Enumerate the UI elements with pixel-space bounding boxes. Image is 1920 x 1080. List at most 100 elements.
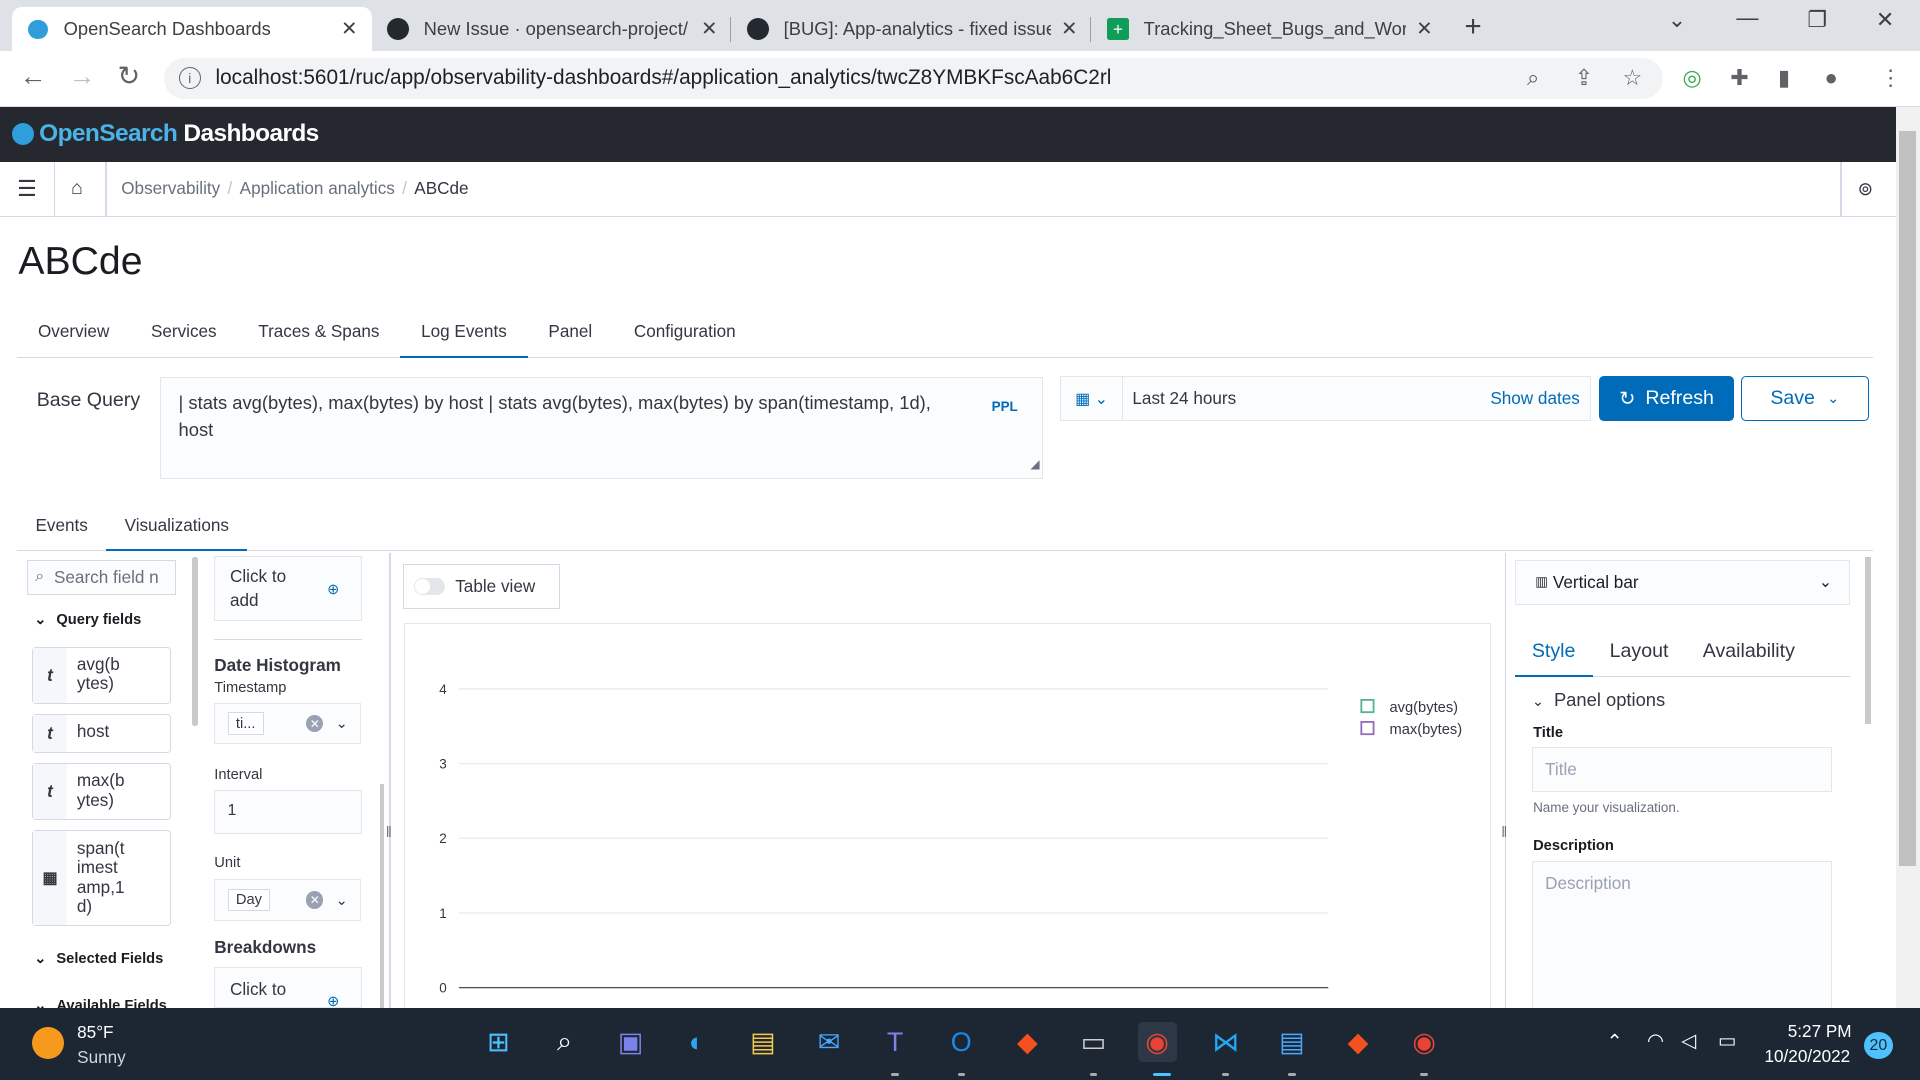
query-fields-header[interactable]: ⌄ Query fields — [34, 611, 141, 628]
field-item[interactable]: t max(b ytes) — [31, 762, 172, 821]
sidebar-scrollbar[interactable] — [192, 557, 199, 727]
close-icon[interactable]: ✕ — [341, 17, 357, 41]
tab-traces-spans[interactable]: Traces & Spans — [237, 313, 400, 357]
reload-icon[interactable]: ↻ — [118, 61, 141, 92]
volume-icon[interactable]: ◁ — [1681, 1029, 1696, 1053]
home-icon[interactable]: ⌂ — [71, 177, 83, 200]
teams-icon[interactable]: T — [876, 1022, 915, 1061]
url-input[interactable]: i localhost:5601/ruc/app/observability-d… — [164, 57, 1663, 100]
restore-icon[interactable]: ❐ — [1807, 7, 1827, 33]
git-icon[interactable]: ◆ — [1338, 1022, 1377, 1061]
selected-fields-header[interactable]: ⌄ Selected Fields — [34, 950, 163, 967]
weather-condition[interactable]: Sunny — [77, 1047, 126, 1068]
edge-icon[interactable]: ◐ — [677, 1022, 716, 1061]
browser-tab-bug[interactable]: [BUG]: App-analytics - fixed issue ✕ — [732, 7, 1092, 51]
scrollbar-thumb[interactable] — [1899, 131, 1917, 866]
outlook-icon[interactable]: O — [942, 1022, 981, 1061]
panel-options-accordion[interactable]: ⌄ Panel options — [1532, 689, 1665, 711]
query-textarea[interactable]: | stats avg(bytes), max(bytes) by host |… — [160, 377, 1044, 479]
window-close-icon[interactable]: ✕ — [1876, 7, 1894, 33]
field-item[interactable]: ▦ span(t imest amp,1 d) — [31, 830, 172, 926]
chevron-up-icon[interactable]: ⌃ — [1607, 1030, 1623, 1054]
save-button[interactable]: Save ⌄ — [1741, 375, 1869, 422]
search-icon[interactable]: ⌕ — [545, 1022, 584, 1061]
puzzle-icon[interactable]: ✚ — [1730, 65, 1748, 91]
clock-time[interactable]: 5:27 PM — [1788, 1021, 1852, 1042]
chevron-down-icon[interactable]: ⌄ — [336, 715, 348, 732]
legend-swatch[interactable] — [1360, 699, 1375, 714]
time-range-text[interactable]: Last 24 hours — [1123, 388, 1491, 409]
available-fields-header[interactable]: ⌄ Available Fields — [34, 997, 167, 1008]
legend-label[interactable]: max(bytes) — [1390, 722, 1463, 738]
interval-input[interactable]: 1 — [214, 789, 363, 834]
page-scrollbar[interactable] — [1895, 106, 1920, 1008]
timestamp-combobox[interactable]: ti... ✕ ⌄ — [214, 702, 362, 745]
ppl-language-badge[interactable]: PPL — [992, 394, 1018, 421]
new-tab-plus-icon[interactable]: + — [1465, 10, 1482, 44]
menu-hamburger-icon[interactable]: ☰ — [17, 176, 37, 202]
browser-tab-new-issue[interactable]: New Issue · opensearch-project/ ✕ — [372, 7, 732, 51]
browser-tab-tracking-sheet[interactable]: + Tracking_Sheet_Bugs_and_Workfl ✕ — [1092, 7, 1447, 51]
mail-icon[interactable]: ✉ — [809, 1022, 848, 1061]
clear-icon[interactable]: ✕ — [306, 891, 324, 909]
show-dates-link[interactable]: Show dates — [1490, 388, 1580, 409]
config-scrollbar[interactable] — [379, 783, 385, 1008]
tab-search-chevron-icon[interactable]: ⌄ — [1668, 7, 1686, 33]
tab-configuration[interactable]: Configuration — [613, 313, 757, 357]
minimize-icon[interactable]: — — [1736, 5, 1758, 31]
legend-swatch[interactable] — [1360, 721, 1375, 736]
description-textarea[interactable]: Description — [1531, 860, 1832, 1008]
tab-overview[interactable]: Overview — [17, 313, 130, 357]
legend-label[interactable]: avg(bytes) — [1390, 700, 1459, 716]
notification-badge[interactable]: 20 — [1863, 1032, 1894, 1060]
breadcrumb-observability[interactable]: Observability — [121, 178, 220, 199]
resize-handle-icon[interactable]: ‖ — [386, 825, 392, 841]
tab-services[interactable]: Services — [130, 313, 237, 357]
vscode-icon[interactable]: ⋈ — [1206, 1022, 1245, 1061]
more-menu-icon[interactable]: ⋮ — [1880, 65, 1902, 91]
chrome-icon[interactable]: ◉ — [1405, 1022, 1444, 1061]
toggle-switch[interactable] — [413, 577, 446, 596]
info-icon[interactable]: i — [178, 67, 201, 90]
battery-icon[interactable]: ▭ — [1718, 1029, 1737, 1053]
bookmark-star-icon[interactable]: ☆ — [1622, 65, 1642, 91]
breadcrumb-application-analytics[interactable]: Application analytics — [240, 178, 395, 199]
tab-visualizations[interactable]: Visualizations — [106, 507, 248, 552]
browser-tab-opensearch[interactable]: OpenSearch Dashboards ✕ — [12, 7, 373, 52]
viz-type-select[interactable]: ▥ Vertical bar ⌄ — [1514, 559, 1851, 605]
back-arrow-icon[interactable]: ← — [20, 61, 47, 92]
weather-temp[interactable]: 85°F — [77, 1022, 113, 1043]
dimensions-add-box[interactable]: Click to add ⊕ — [214, 555, 363, 621]
tab-availability[interactable]: Availability — [1686, 631, 1812, 678]
field-item[interactable]: t host — [31, 713, 172, 754]
refresh-button[interactable]: ↻ Refresh — [1599, 375, 1734, 422]
right-panel-scrollbar[interactable] — [1864, 557, 1872, 724]
breakdowns-add-box[interactable]: Click to ⊕ — [214, 967, 363, 1008]
terminal-icon[interactable]: ▭ — [1074, 1022, 1113, 1061]
wifi-icon[interactable]: ◠ — [1647, 1029, 1664, 1053]
notepad-icon[interactable]: ▤ — [1272, 1022, 1311, 1061]
plus-circle-icon[interactable]: ⊕ — [327, 579, 339, 602]
table-view-toggle[interactable]: Table view — [402, 564, 560, 609]
chevron-down-icon[interactable]: ⌄ — [336, 892, 348, 909]
clear-icon[interactable]: ✕ — [306, 715, 324, 733]
tab-layout[interactable]: Layout — [1593, 631, 1686, 678]
resize-handle-icon[interactable]: ◢ — [1030, 451, 1039, 478]
tab-events[interactable]: Events — [17, 507, 106, 551]
close-icon[interactable]: ✕ — [701, 17, 717, 41]
field-item[interactable]: t avg(b ytes) — [31, 646, 172, 705]
title-input[interactable]: Title — [1531, 746, 1832, 793]
share-icon[interactable]: ⇪ — [1575, 65, 1593, 91]
close-icon[interactable]: ✕ — [1061, 17, 1077, 41]
chrome-icon[interactable]: ◉ — [1137, 1022, 1177, 1062]
file-explorer-icon[interactable]: ▤ — [743, 1022, 782, 1061]
clock-date[interactable]: 10/20/2022 — [1765, 1046, 1851, 1067]
profile-avatar-icon[interactable]: ● — [1825, 65, 1838, 91]
weather-sun-icon[interactable] — [31, 1027, 64, 1060]
forward-arrow-icon[interactable]: → — [69, 61, 96, 92]
tab-log-events[interactable]: Log Events — [400, 313, 528, 358]
tab-panel[interactable]: Panel — [528, 313, 613, 357]
tab-style[interactable]: Style — [1514, 631, 1593, 678]
extension-icon[interactable]: ◎ — [1682, 65, 1701, 91]
unit-combobox[interactable]: Day ✕ ⌄ — [214, 879, 362, 921]
